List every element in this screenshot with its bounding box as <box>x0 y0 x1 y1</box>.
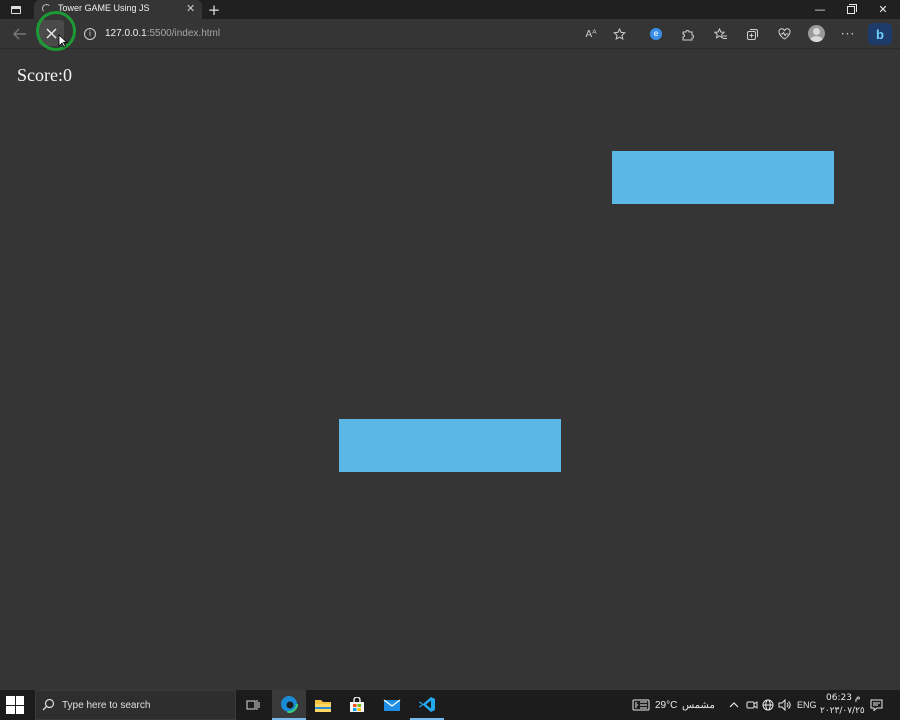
clock-time[interactable]: 06:23 م <box>826 693 860 703</box>
browser-toolbar: i 127.0.0.1:5500/index.html Aᴬ e ··· b <box>0 19 900 49</box>
windows-taskbar: Type here to search 29°C مشمس ENG 06:23 … <box>0 690 900 720</box>
mouse-cursor-icon <box>58 34 68 48</box>
game-canvas[interactable]: Score:0 <box>0 49 900 689</box>
tab-close-button[interactable]: ✕ <box>186 2 195 16</box>
globe-icon[interactable] <box>762 690 774 720</box>
meet-now-icon[interactable] <box>746 690 758 720</box>
weather-icon[interactable] <box>632 690 650 720</box>
site-info-button[interactable]: i <box>78 22 102 46</box>
collections-icon[interactable] <box>744 26 760 42</box>
weather-temperature[interactable]: 29°C <box>655 690 677 720</box>
vscode-app-icon[interactable] <box>410 690 444 720</box>
mail-app-icon[interactable] <box>375 690 409 720</box>
restore-button[interactable] <box>836 0 866 19</box>
clock-date[interactable]: ٢٠٢٣/٠٧/٢٥ <box>820 706 865 716</box>
taskbar-search-box[interactable]: Type here to search <box>35 690 236 720</box>
language-indicator[interactable]: ENG <box>797 690 817 720</box>
tower-base-block <box>339 419 561 472</box>
minimize-button[interactable]: — <box>805 0 835 19</box>
address-bar-url[interactable]: 127.0.0.1:5500/index.html <box>105 28 220 39</box>
extension-app-icon[interactable]: e <box>648 26 664 42</box>
back-button[interactable] <box>8 22 32 46</box>
score-label: Score:0 <box>17 65 72 85</box>
start-button[interactable] <box>6 696 24 714</box>
window-close-button[interactable]: ✕ <box>868 0 898 19</box>
moving-block <box>612 151 834 204</box>
notification-icon[interactable] <box>870 690 883 720</box>
profile-avatar[interactable] <box>808 25 825 42</box>
read-aloud-icon[interactable]: Aᴬ <box>583 26 599 42</box>
store-app-icon[interactable] <box>340 690 374 720</box>
search-placeholder: Type here to search <box>62 700 151 711</box>
edge-app-icon[interactable] <box>272 690 306 720</box>
heart-pulse-icon[interactable] <box>776 26 792 42</box>
star-icon[interactable] <box>611 26 627 42</box>
click-highlight-ring <box>36 11 76 51</box>
puzzle-icon[interactable] <box>679 26 695 42</box>
new-tab-button[interactable]: + <box>206 0 222 19</box>
favorites-icon[interactable] <box>713 26 729 42</box>
back-arrow-icon <box>13 28 26 40</box>
search-icon <box>42 698 55 711</box>
url-path: :5500/index.html <box>146 28 221 39</box>
browser-tab-bar: Tower GAME Using JS ✕ + — ✕ <box>0 0 900 19</box>
task-view-icon[interactable] <box>236 690 270 720</box>
tab-title: Tower GAME Using JS <box>58 3 150 13</box>
chevron-up-icon[interactable] <box>729 690 739 720</box>
windows-logo-icon <box>6 696 15 705</box>
url-host: 127.0.0.1 <box>105 28 147 39</box>
bing-icon[interactable]: b <box>868 23 892 45</box>
info-icon: i <box>84 28 96 40</box>
restore-icon <box>847 3 857 14</box>
tab-actions-icon[interactable] <box>6 0 26 19</box>
file-explorer-icon[interactable] <box>306 690 340 720</box>
weather-description[interactable]: مشمس <box>682 690 715 720</box>
volume-icon[interactable] <box>778 690 791 720</box>
more-options-icon[interactable]: ··· <box>840 26 856 42</box>
